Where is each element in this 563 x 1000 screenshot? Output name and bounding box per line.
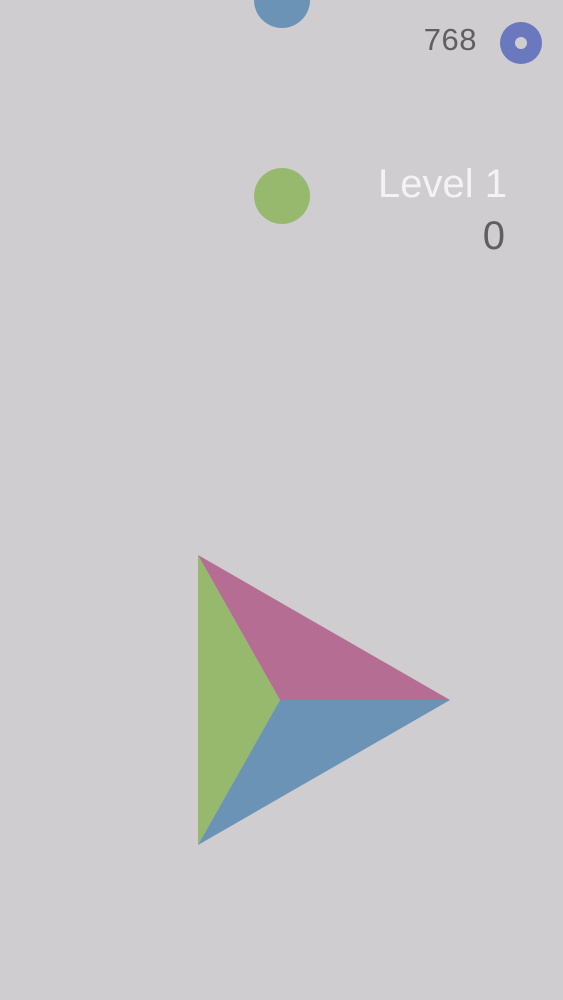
game-stage[interactable]: 768 Level 1 0 <box>0 0 563 1000</box>
rotating-triangle-shooter[interactable] <box>0 0 563 1000</box>
